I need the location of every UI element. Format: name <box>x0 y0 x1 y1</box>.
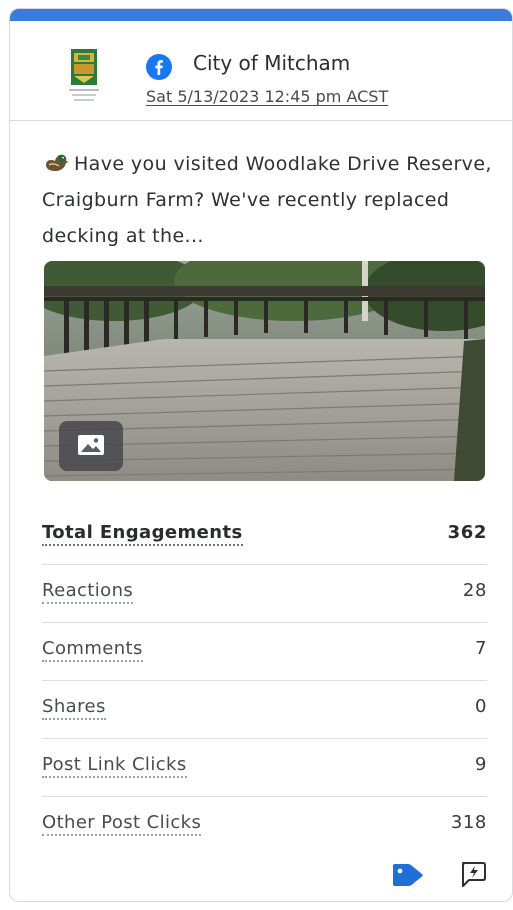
metric-value: 28 <box>462 580 487 601</box>
metric-label[interactable]: Shares <box>42 696 106 720</box>
tag-icon[interactable] <box>391 862 425 888</box>
metric-value: 7 <box>474 638 487 659</box>
metric-value: 0 <box>474 696 487 717</box>
post-message-text: Have you visited Woodlake Drive Reserve,… <box>42 153 492 247</box>
metric-value: 318 <box>450 812 487 833</box>
city-of-mitcham-logo <box>65 47 103 109</box>
quick-reply-icon[interactable] <box>458 860 488 888</box>
metric-total-engagements: Total Engagements 362 <box>42 507 487 565</box>
metric-value: 9 <box>474 754 487 775</box>
metric-label[interactable]: Reactions <box>42 580 134 604</box>
metric-label[interactable]: Comments <box>42 638 143 662</box>
image-icon <box>78 435 104 455</box>
engagement-metrics: Total Engagements 362 Reactions 28 Comme… <box>42 507 487 855</box>
metric-label[interactable]: Post Link Clicks <box>42 754 187 778</box>
post-card: City of Mitcham Sat 5/13/2023 12:45 pm A… <box>9 8 513 902</box>
metric-post-link-clicks: Post Link Clicks 9 <box>42 739 487 797</box>
metric-other-post-clicks: Other Post Clicks 318 <box>42 797 487 855</box>
card-accent-bar <box>10 9 512 21</box>
facebook-icon <box>146 54 172 80</box>
metric-reactions: Reactions 28 <box>42 565 487 623</box>
metric-label[interactable]: Other Post Clicks <box>42 812 202 836</box>
metric-value: 362 <box>447 522 487 543</box>
metric-shares: Shares 0 <box>42 681 487 739</box>
post-message: Have you visited Woodlake Drive Reserve,… <box>42 146 492 254</box>
post-header: City of Mitcham Sat 5/13/2023 12:45 pm A… <box>10 21 512 121</box>
account-name[interactable]: City of Mitcham <box>193 51 350 75</box>
duck-icon <box>46 154 69 171</box>
post-timestamp-link[interactable]: Sat 5/13/2023 12:45 pm ACST <box>146 87 388 106</box>
metric-label[interactable]: Total Engagements <box>42 522 243 546</box>
image-type-badge <box>59 421 123 471</box>
metric-comments: Comments 7 <box>42 623 487 681</box>
